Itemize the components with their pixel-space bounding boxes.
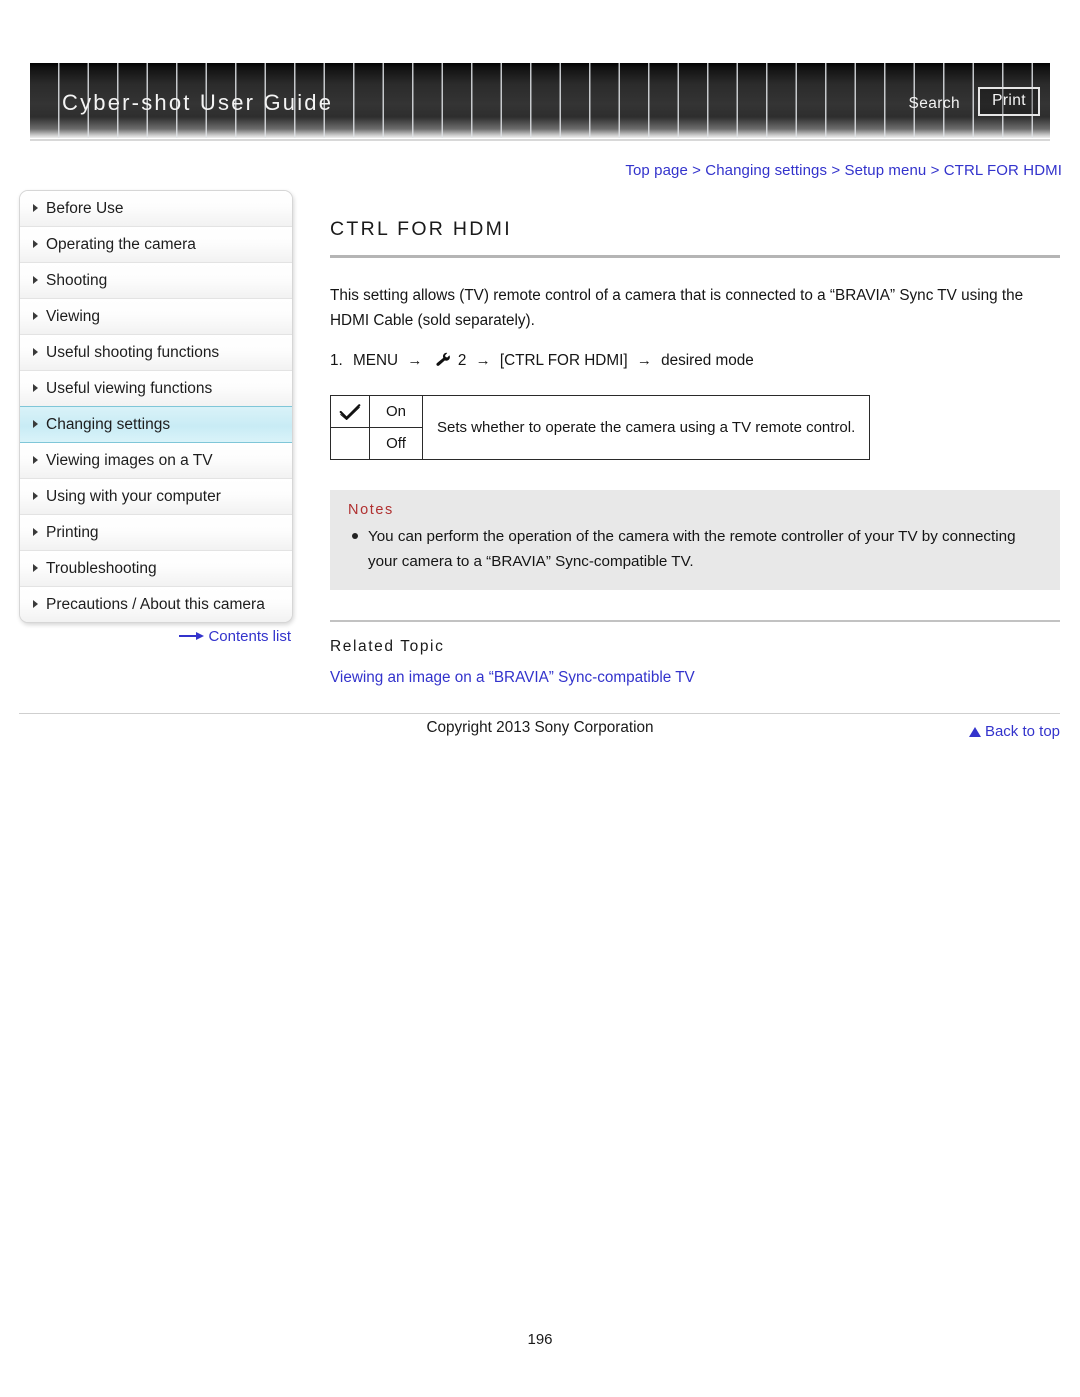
sidebar-item-label: Viewing	[46, 308, 101, 325]
sidebar-item-viewing-images-on-a-tv[interactable]: Viewing images on a TV	[20, 443, 292, 479]
triangle-right-icon	[33, 276, 38, 284]
step-result: desired mode	[661, 352, 754, 370]
sidebar-item-label: Troubleshooting	[46, 560, 157, 577]
triangle-right-icon	[33, 204, 38, 212]
list-item: You can perform the operation of the cam…	[348, 524, 1042, 574]
menu-step: 1. MENU → 2 → [CTRL FOR HDMI] → desired …	[330, 348, 1060, 373]
triangle-right-icon	[33, 240, 38, 248]
sidebar-item-useful-viewing-functions[interactable]: Useful viewing functions	[20, 371, 292, 407]
intro-paragraph: This setting allows (TV) remote control …	[330, 287, 1024, 329]
sidebar-item-label: Using with your computer	[46, 488, 221, 505]
menu-label: MENU	[353, 352, 399, 370]
sidebar-item-shooting[interactable]: Shooting	[20, 263, 292, 299]
main-content: CTRL FOR HDMI This setting allows (TV) r…	[330, 190, 1060, 740]
checkmark-icon	[339, 404, 361, 421]
triangle-right-icon	[33, 600, 38, 608]
setting-name: [CTRL FOR HDMI]	[499, 352, 628, 370]
mode-on-cell: On	[369, 395, 423, 429]
sidebar-item-operating-the-camera[interactable]: Operating the camera	[20, 227, 292, 263]
settings-table: On Sets whether to operate the camera us…	[330, 395, 871, 461]
sidebar-item-useful-shooting-functions[interactable]: Useful shooting functions	[20, 335, 292, 371]
sidebar-item-label: Precautions / About this camera	[46, 596, 265, 613]
triangle-right-icon	[33, 420, 38, 428]
sidebar-item-label: Operating the camera	[46, 236, 196, 253]
sidebar-item-label: Useful viewing functions	[46, 380, 213, 397]
contents-list-link[interactable]: Contents list	[19, 628, 291, 645]
sidebar-item-label: Changing settings	[46, 416, 171, 433]
breadcrumb[interactable]: Top page > Changing settings > Setup men…	[625, 162, 1062, 179]
page-title: CTRL FOR HDMI	[330, 218, 512, 240]
notes-list: You can perform the operation of the cam…	[348, 524, 1042, 574]
notes-title: Notes	[348, 502, 394, 519]
sidebar-item-before-use[interactable]: Before Use	[20, 191, 292, 227]
site-title: Cyber-shot User Guide	[62, 90, 334, 115]
related-topic-title: Related Topic	[330, 637, 445, 655]
setting-description-cell: Sets whether to operate the camera using…	[421, 395, 871, 461]
default-check-cell-empty	[330, 427, 370, 461]
setup-menu-number: 2	[457, 352, 467, 370]
sidebar-item-label: Printing	[46, 524, 99, 541]
page-number: 196	[527, 1331, 553, 1348]
arrow-right-glyph: →	[407, 352, 423, 370]
triangle-right-icon	[33, 384, 38, 392]
site-header-banner: Cyber-shot User Guide Search Print	[30, 63, 1050, 138]
triangle-right-icon	[33, 348, 38, 356]
triangle-right-icon	[33, 312, 38, 320]
wrench-icon	[435, 351, 453, 367]
default-check-cell	[330, 395, 370, 429]
title-divider	[330, 255, 1060, 258]
triangle-right-icon	[33, 564, 38, 572]
copyright-notice: Copyright 2013 Sony Corporation	[426, 719, 654, 736]
related-topic-divider	[330, 620, 1060, 622]
arrow-right-glyph: →	[636, 352, 652, 370]
sidebar-item-changing-settings[interactable]: Changing settings	[20, 406, 292, 443]
triangle-right-icon	[33, 456, 38, 464]
contents-list-label: Contents list	[208, 628, 291, 645]
sidebar-item-using-with-your-computer[interactable]: Using with your computer	[20, 479, 292, 515]
footer-divider	[19, 713, 1060, 714]
table-row: On Sets whether to operate the camera us…	[330, 395, 871, 461]
arrow-right-glyph: →	[475, 352, 491, 370]
mode-off-cell: Off	[369, 427, 423, 461]
sidebar-item-viewing[interactable]: Viewing	[20, 299, 292, 335]
sidebar-item-troubleshooting[interactable]: Troubleshooting	[20, 551, 292, 587]
arrow-right-icon	[179, 631, 205, 641]
sidebar-navigation: Before Use Operating the camera Shooting…	[19, 190, 293, 623]
print-button[interactable]: Print	[978, 87, 1040, 116]
step-number: 1.	[330, 352, 343, 370]
sidebar-item-printing[interactable]: Printing	[20, 515, 292, 551]
sidebar-item-precautions-about-this-camera[interactable]: Precautions / About this camera	[20, 587, 292, 622]
sidebar-item-label: Useful shooting functions	[46, 344, 220, 361]
sidebar-item-label: Viewing images on a TV	[46, 452, 213, 469]
header-divider	[30, 139, 1050, 141]
notes-box: Notes You can perform the operation of t…	[330, 490, 1060, 591]
sidebar-item-label: Before Use	[46, 200, 124, 217]
triangle-right-icon	[33, 528, 38, 536]
related-topic-link[interactable]: Viewing an image on a “BRAVIA” Sync-comp…	[330, 669, 1060, 687]
sidebar-item-label: Shooting	[46, 272, 108, 289]
search-button[interactable]: Search	[908, 95, 960, 113]
triangle-right-icon	[33, 492, 38, 500]
